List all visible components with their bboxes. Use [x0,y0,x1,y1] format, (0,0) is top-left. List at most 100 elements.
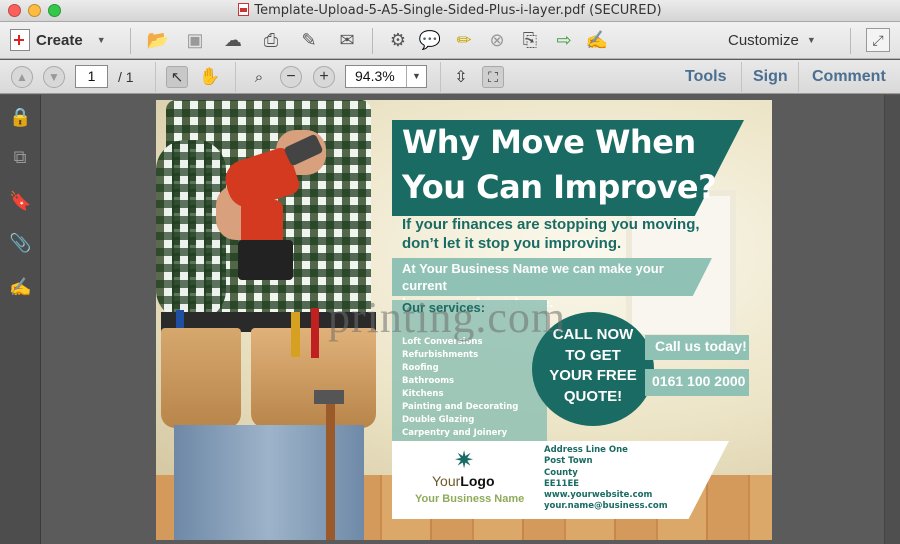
star-logo-icon: ✷ [453,447,475,474]
address-line: EE11EE [544,478,580,489]
upload-button[interactable]: ☁ [221,28,245,52]
expand-button[interactable]: ⤢ [866,28,890,52]
headline-line: You Can Improve? [402,168,717,206]
sign-tool-button[interactable]: ✍ [585,28,609,52]
arrow-up-icon: ▲ [16,70,28,84]
print-icon: ⎙ [263,29,279,50]
address-line: Post Town [544,456,593,467]
address-block: Address Line One Post Town County EE11EE… [544,445,668,513]
fit-page-icon: ⛶ [488,68,498,85]
address-line: County [544,467,578,478]
navigation-pane: 🔒 ⧉ 🔖 📎 ✍ [0,95,41,544]
fit-page-button[interactable]: ⛶ [482,66,504,88]
arrow-down-icon: ▼ [48,70,60,84]
pages-icon[interactable]: ⧉ [9,147,31,169]
select-tool-button[interactable]: ↖ [166,66,188,88]
phone-number: 0161 100 2000 [652,373,746,389]
highlight-button[interactable]: ✏ [452,28,476,52]
subheadline: If your finances are stopping you moving… [402,215,722,253]
next-page-button[interactable]: ▼ [43,66,65,88]
customize-button[interactable]: Customize ▼ [728,28,816,52]
customize-label: Customize [728,31,799,49]
highlight-icon: ✏ [456,29,472,50]
chevron-down-icon[interactable]: ▼ [406,66,426,87]
create-pdf-icon [10,29,30,51]
logo-prefix: Your [432,473,461,489]
pencil-icon [291,312,300,357]
sign-icon: ✍ [585,29,609,50]
comment-pane-link[interactable]: Comment [812,68,886,86]
export-icon: ⇨ [556,29,572,50]
edit-button[interactable]: ✎ [297,28,321,52]
zoom-level-select[interactable]: 94.3% ▼ [345,65,427,88]
headline-line: Why Move When [402,123,696,161]
settings-button[interactable]: ⚙ [386,28,410,52]
toolbar-divider [741,62,742,92]
hand-tool-button[interactable]: ✋ [199,66,221,88]
service-item: Carpentry and Joinery [402,428,508,438]
lock-icon[interactable]: 🔒 [9,107,31,129]
print-button[interactable]: ⎙ [259,28,283,52]
drill-battery [238,240,293,280]
sign-pane-link[interactable]: Sign [753,68,788,86]
comment-tool-button[interactable]: 💬 [418,28,442,52]
cursor-icon: ↖ [170,69,184,86]
navigation-toolbar: ▲ ▼ 1 / 1 ↖ ✋ ⌕ − + 94.3% ▼ ⇳ ⛶ Tools Si… [0,60,900,94]
fit-width-button[interactable]: ⇳ [450,66,472,88]
service-item: Double Glazing [402,415,475,425]
title-bar: Template-Upload-5-A5-Single-Sided-Plus-i… [0,0,900,22]
address-line: www.yourwebsite.com [544,490,653,501]
cta-line: TO GET [565,346,621,364]
toolbar-divider [798,62,799,92]
toolbar-divider [155,62,156,92]
pdf-page: Why Move When You Can Improve? If your f… [156,100,772,540]
attach-button[interactable]: ⎘ [518,28,542,52]
previous-page-button[interactable]: ▲ [11,66,33,88]
service-item: Bathrooms [402,376,455,386]
toolbar-divider [235,62,236,92]
address-line: Address Line One [544,445,628,455]
zoom-in-button[interactable]: + [313,66,335,88]
logo-bold: Logo [460,473,495,489]
tools-pane-link[interactable]: Tools [685,68,726,86]
comment-icon: 💬 [418,29,442,50]
toolbar-divider [130,28,131,54]
business-name: Your Business Name [415,493,525,505]
marquee-zoom-button[interactable]: ⌕ [248,66,270,88]
hammer-icon [326,400,335,540]
plus-icon: + [319,68,329,85]
logo-text: YourLogo [432,473,495,489]
bookmark-icon[interactable]: 🔖 [9,191,31,213]
create-label: Create [36,31,83,49]
attachment-icon[interactable]: 📎 [9,233,31,255]
redact-button[interactable]: ⊗ [485,28,509,52]
export-button[interactable]: ⇨ [552,28,576,52]
service-item: Roofing [402,363,439,373]
open-button[interactable]: 📂 [146,28,170,52]
zoom-out-button[interactable]: − [280,66,302,88]
headline: Why Move When You Can Improve? [402,120,722,210]
service-item: Painting and Decorating [402,402,519,412]
fit-width-icon: ⇳ [454,69,468,86]
attach-icon: ⎘ [522,29,538,50]
toolbar-divider [372,28,373,54]
screwdriver-icon [311,308,319,358]
pdf-file-icon [238,3,250,16]
email-icon: ✉ [339,29,355,50]
vertical-scrollbar[interactable] [884,95,900,544]
minus-icon: − [286,68,296,85]
save-button[interactable]: ▣ [183,28,207,52]
gear-icon: ⚙ [389,29,407,50]
toolbar-divider [440,62,441,92]
hand-icon: ✋ [199,67,221,86]
signature-icon[interactable]: ✍ [9,277,31,299]
watermark-text: printing.com [328,293,567,342]
redact-icon: ⊗ [489,29,505,50]
service-item: Refurbishments [402,350,479,360]
create-button[interactable]: Create ▼ [10,28,106,52]
toolbar-divider [850,28,851,54]
intro-line: At Your Business Name we can make your c… [402,261,664,293]
open-icon: 📂 [146,29,170,50]
email-button[interactable]: ✉ [335,28,359,52]
page-number-input[interactable]: 1 [75,65,108,88]
